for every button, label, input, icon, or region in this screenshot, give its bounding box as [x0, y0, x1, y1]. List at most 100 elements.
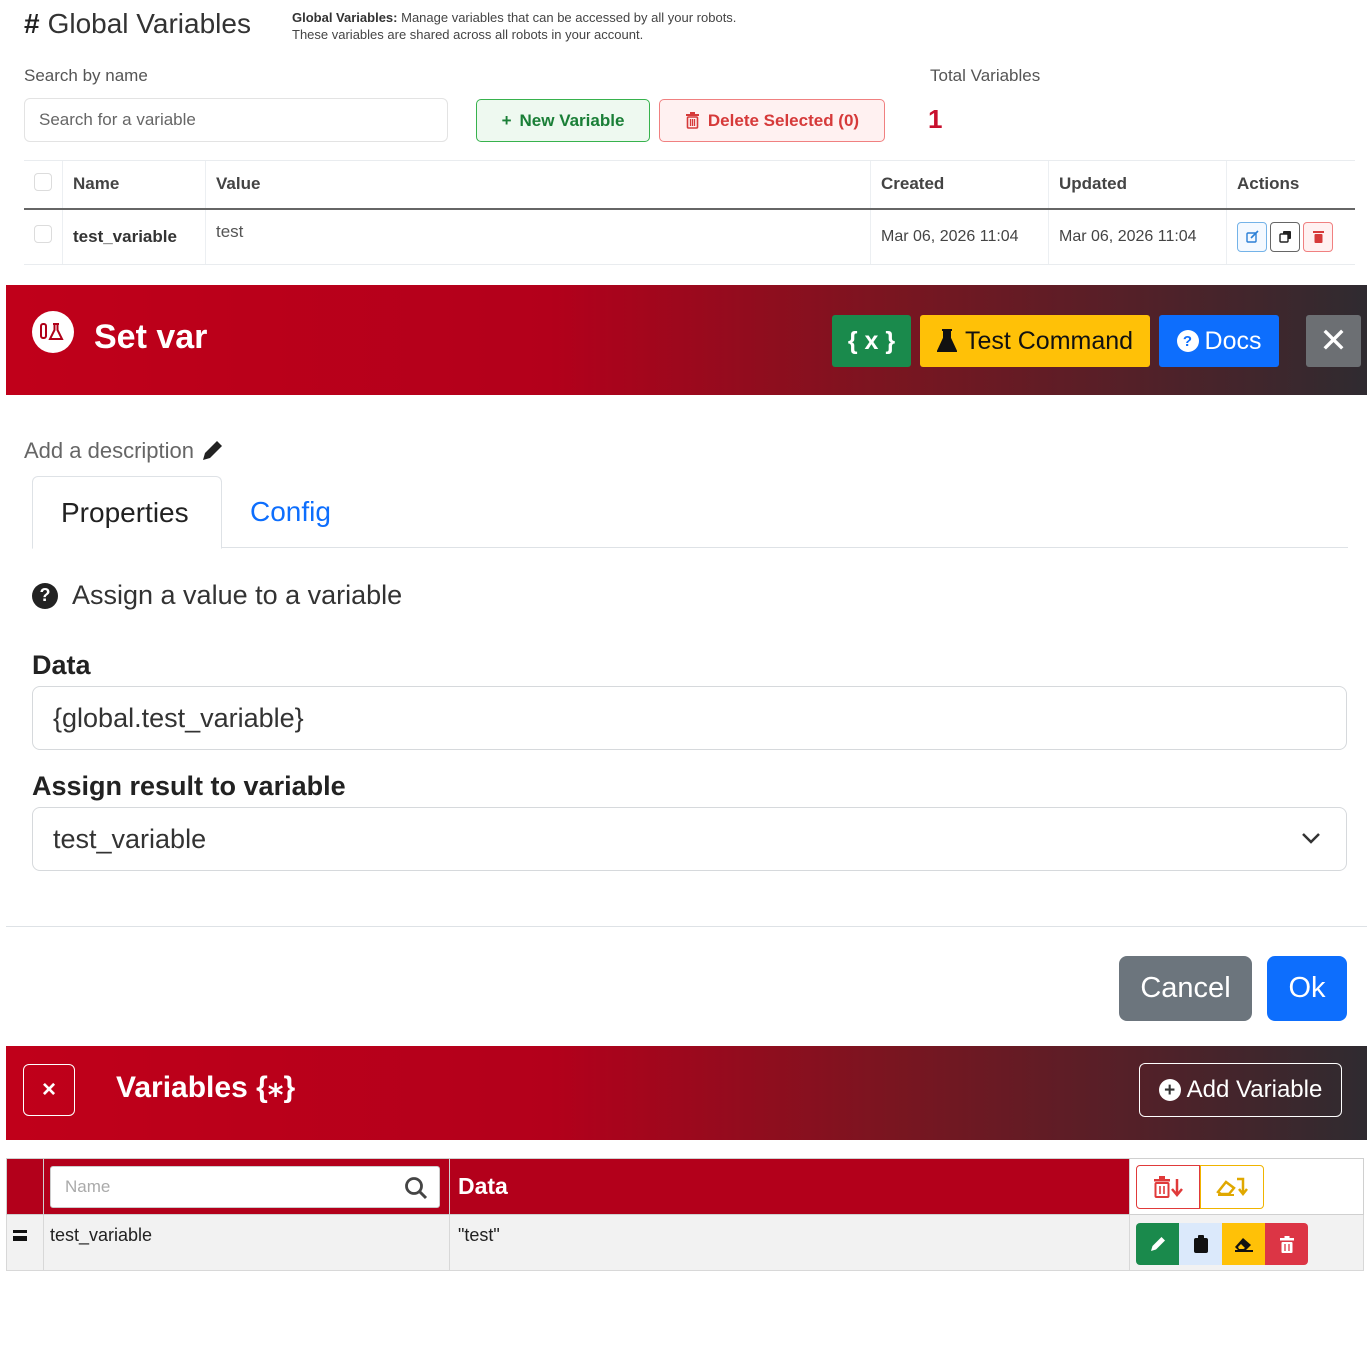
search-label: Search by name [24, 66, 148, 85]
variables-panel-header: × Variables {⁎} + Add Variable [6, 1046, 1367, 1140]
global-variables-panel: # Global Variables Global Variables: Man… [0, 0, 1367, 280]
name-filter-header [43, 1158, 450, 1215]
hash-icon: # [24, 8, 40, 39]
chevron-down-icon [1302, 833, 1320, 844]
ok-button[interactable]: Ok [1267, 956, 1347, 1021]
table-row: test_variable test Mar 06, 2026 11:04 Ma… [24, 208, 1355, 265]
modal-title: Set var [94, 318, 208, 356]
new-variable-label: New Variable [519, 110, 625, 130]
add-description-label: Add a description [24, 438, 194, 463]
modal-footer-divider [6, 926, 1367, 927]
row-checkbox[interactable] [34, 225, 52, 244]
select-all-cell [24, 160, 63, 210]
description-bold: Global Variables: [292, 10, 398, 25]
search-input[interactable] [24, 98, 448, 142]
description-line-2: These variables are shared across all ro… [292, 27, 644, 42]
variables-panel-title: Variables {⁎} [116, 1071, 296, 1104]
assign-result-select[interactable]: test_variable [32, 807, 1347, 871]
search-icon [405, 1176, 428, 1199]
trash-icon [1312, 231, 1324, 244]
trash-icon [1279, 1235, 1294, 1253]
global-variables-table: Name Value Created Updated Actions test_… [24, 160, 1355, 265]
add-description[interactable]: Add a description [24, 438, 224, 464]
page-title-text: Global Variables [47, 8, 251, 39]
command-help-text: Assign a value to a variable [72, 580, 403, 610]
docs-button[interactable]: ? Docs [1159, 315, 1279, 367]
command-help: ? Assign a value to a variable [32, 580, 402, 611]
delete-selected-button[interactable]: Delete Selected (0) [659, 99, 885, 142]
data-field-label: Data [32, 650, 91, 680]
assign-result-label: Assign result to variable [32, 771, 346, 801]
row-type-cell [6, 1214, 44, 1271]
name-filter [50, 1165, 440, 1208]
trash-arrow-icon [1154, 1175, 1183, 1198]
trash-icon [685, 112, 699, 129]
assign-result-value: test_variable [53, 823, 207, 854]
column-updated[interactable]: Updated [1048, 160, 1227, 210]
test-command-label: Test Command [964, 326, 1134, 355]
description-line-1: Manage variables that can be accessed by… [397, 10, 737, 25]
flask-icon [936, 329, 957, 352]
row-actions [1226, 208, 1355, 265]
column-actions: Actions [1226, 160, 1355, 210]
new-variable-button[interactable]: + New Variable [476, 99, 650, 142]
copy-variable-button[interactable] [1179, 1223, 1222, 1265]
column-created[interactable]: Created [870, 160, 1049, 210]
select-all-checkbox[interactable] [34, 172, 52, 191]
variable-data: "test" [449, 1214, 1130, 1271]
copy-variable-button[interactable] [1270, 221, 1300, 252]
total-variables-count: 1 [928, 104, 943, 134]
total-variables-label: Total Variables [930, 66, 1041, 85]
name-filter-input[interactable] [51, 1166, 439, 1207]
set-var-modal-header: Set var { x } Test Command ? Docs ✕ [6, 285, 1367, 395]
edit-variable-button[interactable] [1136, 1223, 1179, 1265]
flask-logo-icon [32, 311, 74, 353]
delete-variable-button[interactable] [1303, 221, 1333, 252]
page-description: Global Variables: Manage variables that … [292, 9, 736, 43]
eraser-icon [1234, 1238, 1253, 1252]
plus-circle-icon: + [1158, 1079, 1181, 1101]
row-name: test_variable [62, 208, 206, 265]
clear-variable-button[interactable] [1222, 1223, 1265, 1265]
cancel-button[interactable]: Cancel [1119, 956, 1252, 1021]
add-variable-label: Add Variable [1186, 1076, 1323, 1103]
row-icon-header [6, 1158, 44, 1215]
clipboard-icon [1193, 1235, 1208, 1253]
variables-header-row: Data [6, 1158, 1364, 1215]
close-modal-button[interactable]: ✕ [1306, 315, 1361, 367]
column-name[interactable]: Name [62, 160, 206, 210]
variable-name: test_variable [43, 1214, 450, 1271]
row-updated: Mar 06, 2026 11:04 [1048, 208, 1227, 265]
pencil-icon [1150, 1237, 1165, 1251]
edit-icon [1245, 230, 1259, 243]
copy-icon [1278, 231, 1291, 243]
row-actions [1129, 1214, 1364, 1271]
tab-config[interactable]: Config [222, 476, 359, 548]
test-command-button[interactable]: Test Command [920, 315, 1150, 367]
docs-label: Docs [1204, 326, 1262, 355]
delete-selected-label: Delete Selected (0) [707, 110, 860, 130]
row-select-cell [24, 208, 63, 265]
table-row: test_variable "test" [6, 1214, 1364, 1271]
edit-variable-button[interactable] [1237, 221, 1267, 252]
pencil-icon [203, 441, 222, 460]
delete-variable-button[interactable] [1265, 1223, 1308, 1265]
page-title: # Global Variables [24, 8, 251, 40]
modal-tabs: Properties Config [32, 476, 1348, 549]
variables-button[interactable]: { x } [832, 315, 911, 367]
data-field-value: {global.test_variable} [53, 702, 304, 733]
add-variable-button[interactable]: + Add Variable [1139, 1063, 1342, 1117]
eraser-arrow-icon [1216, 1177, 1248, 1196]
tab-properties[interactable]: Properties [32, 476, 222, 549]
question-circle-icon: ? [1176, 330, 1199, 352]
row-created: Mar 06, 2026 11:04 [870, 208, 1049, 265]
plus-icon: + [501, 110, 512, 130]
close-icon: ✕ [1319, 322, 1348, 360]
clear-all-button[interactable] [1200, 1164, 1264, 1209]
column-value[interactable]: Value [205, 160, 871, 210]
variables-table: Data test_variable "test" [6, 1158, 1364, 1271]
row-value: test [205, 208, 871, 265]
data-field[interactable]: {global.test_variable} [32, 686, 1347, 750]
close-variables-panel-button[interactable]: × [23, 1064, 75, 1116]
delete-all-button[interactable] [1136, 1164, 1200, 1209]
